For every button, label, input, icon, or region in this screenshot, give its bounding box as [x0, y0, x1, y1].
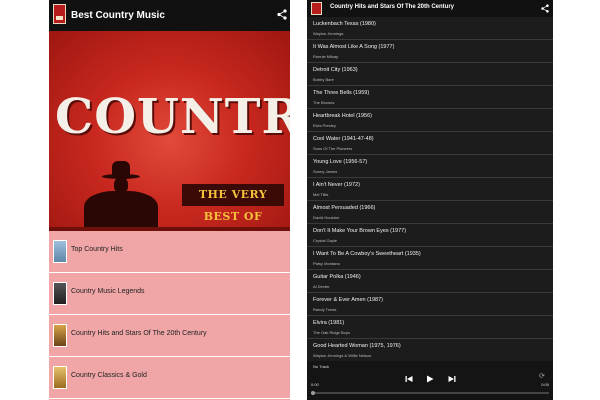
song-title: The Three Bells (1959): [313, 90, 370, 96]
app-logo-icon: [53, 4, 66, 24]
song-title: Almost Persuaded (1966): [313, 205, 376, 211]
song-artist: Sons Of The Pioneers: [313, 146, 353, 151]
song-artist: Waylon Jennings: [313, 31, 344, 36]
song-artist: The Browns: [313, 100, 335, 105]
play-icon[interactable]: [425, 375, 435, 385]
song-row[interactable]: Cool Water (1941-47-48) Sons Of The Pione…: [307, 132, 553, 155]
menu-item-20th-century[interactable]: Country Hits and Stars Of The 20th Centu…: [49, 315, 290, 357]
song-artist: Ronnie Milsap: [313, 54, 339, 59]
album-thumbnail: [53, 366, 67, 389]
previous-icon[interactable]: [404, 375, 414, 385]
song-artist: Mel Tillis: [313, 192, 329, 197]
next-icon-graphic: [448, 376, 456, 382]
total-time: 0:00: [541, 382, 549, 387]
song-artist: Sonny James: [313, 169, 338, 174]
app-logo-icon: [311, 2, 322, 15]
song-title: It Was Almost Like A Song (1977): [313, 44, 395, 50]
song-title: I Ain't Never (1972): [313, 182, 360, 188]
song-title: Don't It Make Your Brown Eyes (1977): [313, 228, 407, 234]
now-playing-track: No Track: [313, 364, 330, 369]
share-icon-graphic: [541, 4, 549, 13]
song-row[interactable]: Heartbreak Hotel (1956) Elvis Presley: [307, 109, 553, 132]
next-icon[interactable]: [447, 375, 457, 385]
app-bar: Country Hits and Stars Of The 20th Centu…: [307, 0, 553, 17]
song-artist: Bobby Bare: [313, 77, 334, 82]
song-title: Young Love (1956-57): [313, 159, 368, 165]
category-menu: Top Country Hits Country Music Legends C…: [49, 231, 290, 399]
menu-item-label: Country Music Legends: [71, 288, 145, 295]
album-thumbnail: [53, 324, 67, 347]
country-banner-image: COUNTRY THE VERY BEST OF: [49, 31, 290, 231]
seek-bar[interactable]: [311, 391, 549, 395]
song-title: Guitar Polka (1946): [313, 274, 361, 280]
song-row[interactable]: Elvira (1981) The Oak Ridge Boys: [307, 316, 553, 339]
song-list: Luckenbach Texas (1980) Waylon Jennings I…: [307, 17, 553, 362]
song-title: I Want To Be A Cowboy's Sweetheart (1935…: [313, 251, 421, 257]
elapsed-time: 0:00: [311, 382, 319, 387]
banner-subtitle: THE VERY BEST OF: [182, 184, 284, 223]
song-title: Good Hearted Woman (1975, 1976): [313, 343, 401, 349]
song-row[interactable]: The Three Bells (1959) The Browns: [307, 86, 553, 109]
song-artist: Elvis Presley: [313, 123, 336, 128]
menu-item-label: Country Classics & Gold: [71, 372, 147, 379]
song-row[interactable]: I Ain't Never (1972) Mel Tillis: [307, 178, 553, 201]
song-title: Detroit City (1963): [313, 67, 358, 73]
album-thumbnail: [53, 240, 67, 263]
song-row[interactable]: Young Love (1956-57) Sonny James: [307, 155, 553, 178]
right-screen: Country Hits and Stars Of The 20th Centu…: [307, 0, 553, 400]
seek-bar-handle[interactable]: [311, 391, 315, 395]
song-row[interactable]: Don't It Make Your Brown Eyes (1977) Crys…: [307, 224, 553, 247]
song-artist: Patsy Montana: [313, 261, 340, 266]
song-title: Forever & Ever Amen (1987): [313, 297, 384, 303]
media-player: No Track 0:00 ⟳ 0:00: [307, 361, 553, 400]
app-bar: Best Country Music: [49, 0, 290, 31]
song-artist: The Oak Ridge Boys: [313, 330, 350, 335]
song-row[interactable]: Luckenbach Texas (1980) Waylon Jennings: [307, 17, 553, 40]
menu-item-classics-gold[interactable]: Country Classics & Gold: [49, 357, 290, 399]
song-row[interactable]: Detroit City (1963) Bobby Bare: [307, 63, 553, 86]
menu-item-label: Country Hits and Stars Of The 20th Centu…: [71, 330, 207, 337]
left-screen: Best Country Music COUNTRY THE VERY BEST…: [49, 0, 290, 400]
menu-item-country-music-legends[interactable]: Country Music Legends: [49, 273, 290, 315]
song-row[interactable]: Forever & Ever Amen (1987) Randy Travis: [307, 293, 553, 316]
song-row[interactable]: I Want To Be A Cowboy's Sweetheart (1935…: [307, 247, 553, 270]
song-row[interactable]: Good Hearted Woman (1975, 1976) Waylon Je…: [307, 339, 553, 362]
song-title: Cool Water (1941-47-48): [313, 136, 374, 142]
song-title: Heartbreak Hotel (1956): [313, 113, 373, 119]
share-icon[interactable]: [275, 9, 289, 23]
playlist-title: Country Hits and Stars Of The 20th Centu…: [330, 4, 455, 10]
cowboy-body: [84, 191, 158, 231]
play-icon-graphic: [427, 375, 434, 383]
song-artist: Randy Travis: [313, 307, 337, 312]
song-row[interactable]: It Was Almost Like A Song (1977) Ronnie M…: [307, 40, 553, 63]
song-artist: Waylon Jennings & Willie Nelson: [313, 353, 372, 358]
share-icon[interactable]: [538, 2, 552, 16]
song-artist: Al Dexter: [313, 284, 330, 289]
song-artist: David Houston: [313, 215, 340, 220]
song-title: Luckenbach Texas (1980): [313, 21, 376, 27]
album-thumbnail: [53, 282, 67, 305]
previous-icon-graphic: [405, 376, 413, 382]
menu-item-top-country-hits[interactable]: Top Country Hits: [49, 231, 290, 273]
song-title: Elvira (1981): [313, 320, 345, 326]
repeat-icon[interactable]: ⟳: [539, 373, 547, 380]
song-row[interactable]: Almost Persuaded (1966) David Houston: [307, 201, 553, 224]
banner-title: COUNTRY: [55, 89, 290, 145]
app-title: Best Country Music: [71, 10, 165, 21]
share-icon-graphic: [277, 9, 287, 20]
menu-item-label: Top Country Hits: [71, 246, 123, 253]
song-artist: Crystal Gayle: [313, 238, 338, 243]
song-row[interactable]: Guitar Polka (1946) Al Dexter: [307, 270, 553, 293]
